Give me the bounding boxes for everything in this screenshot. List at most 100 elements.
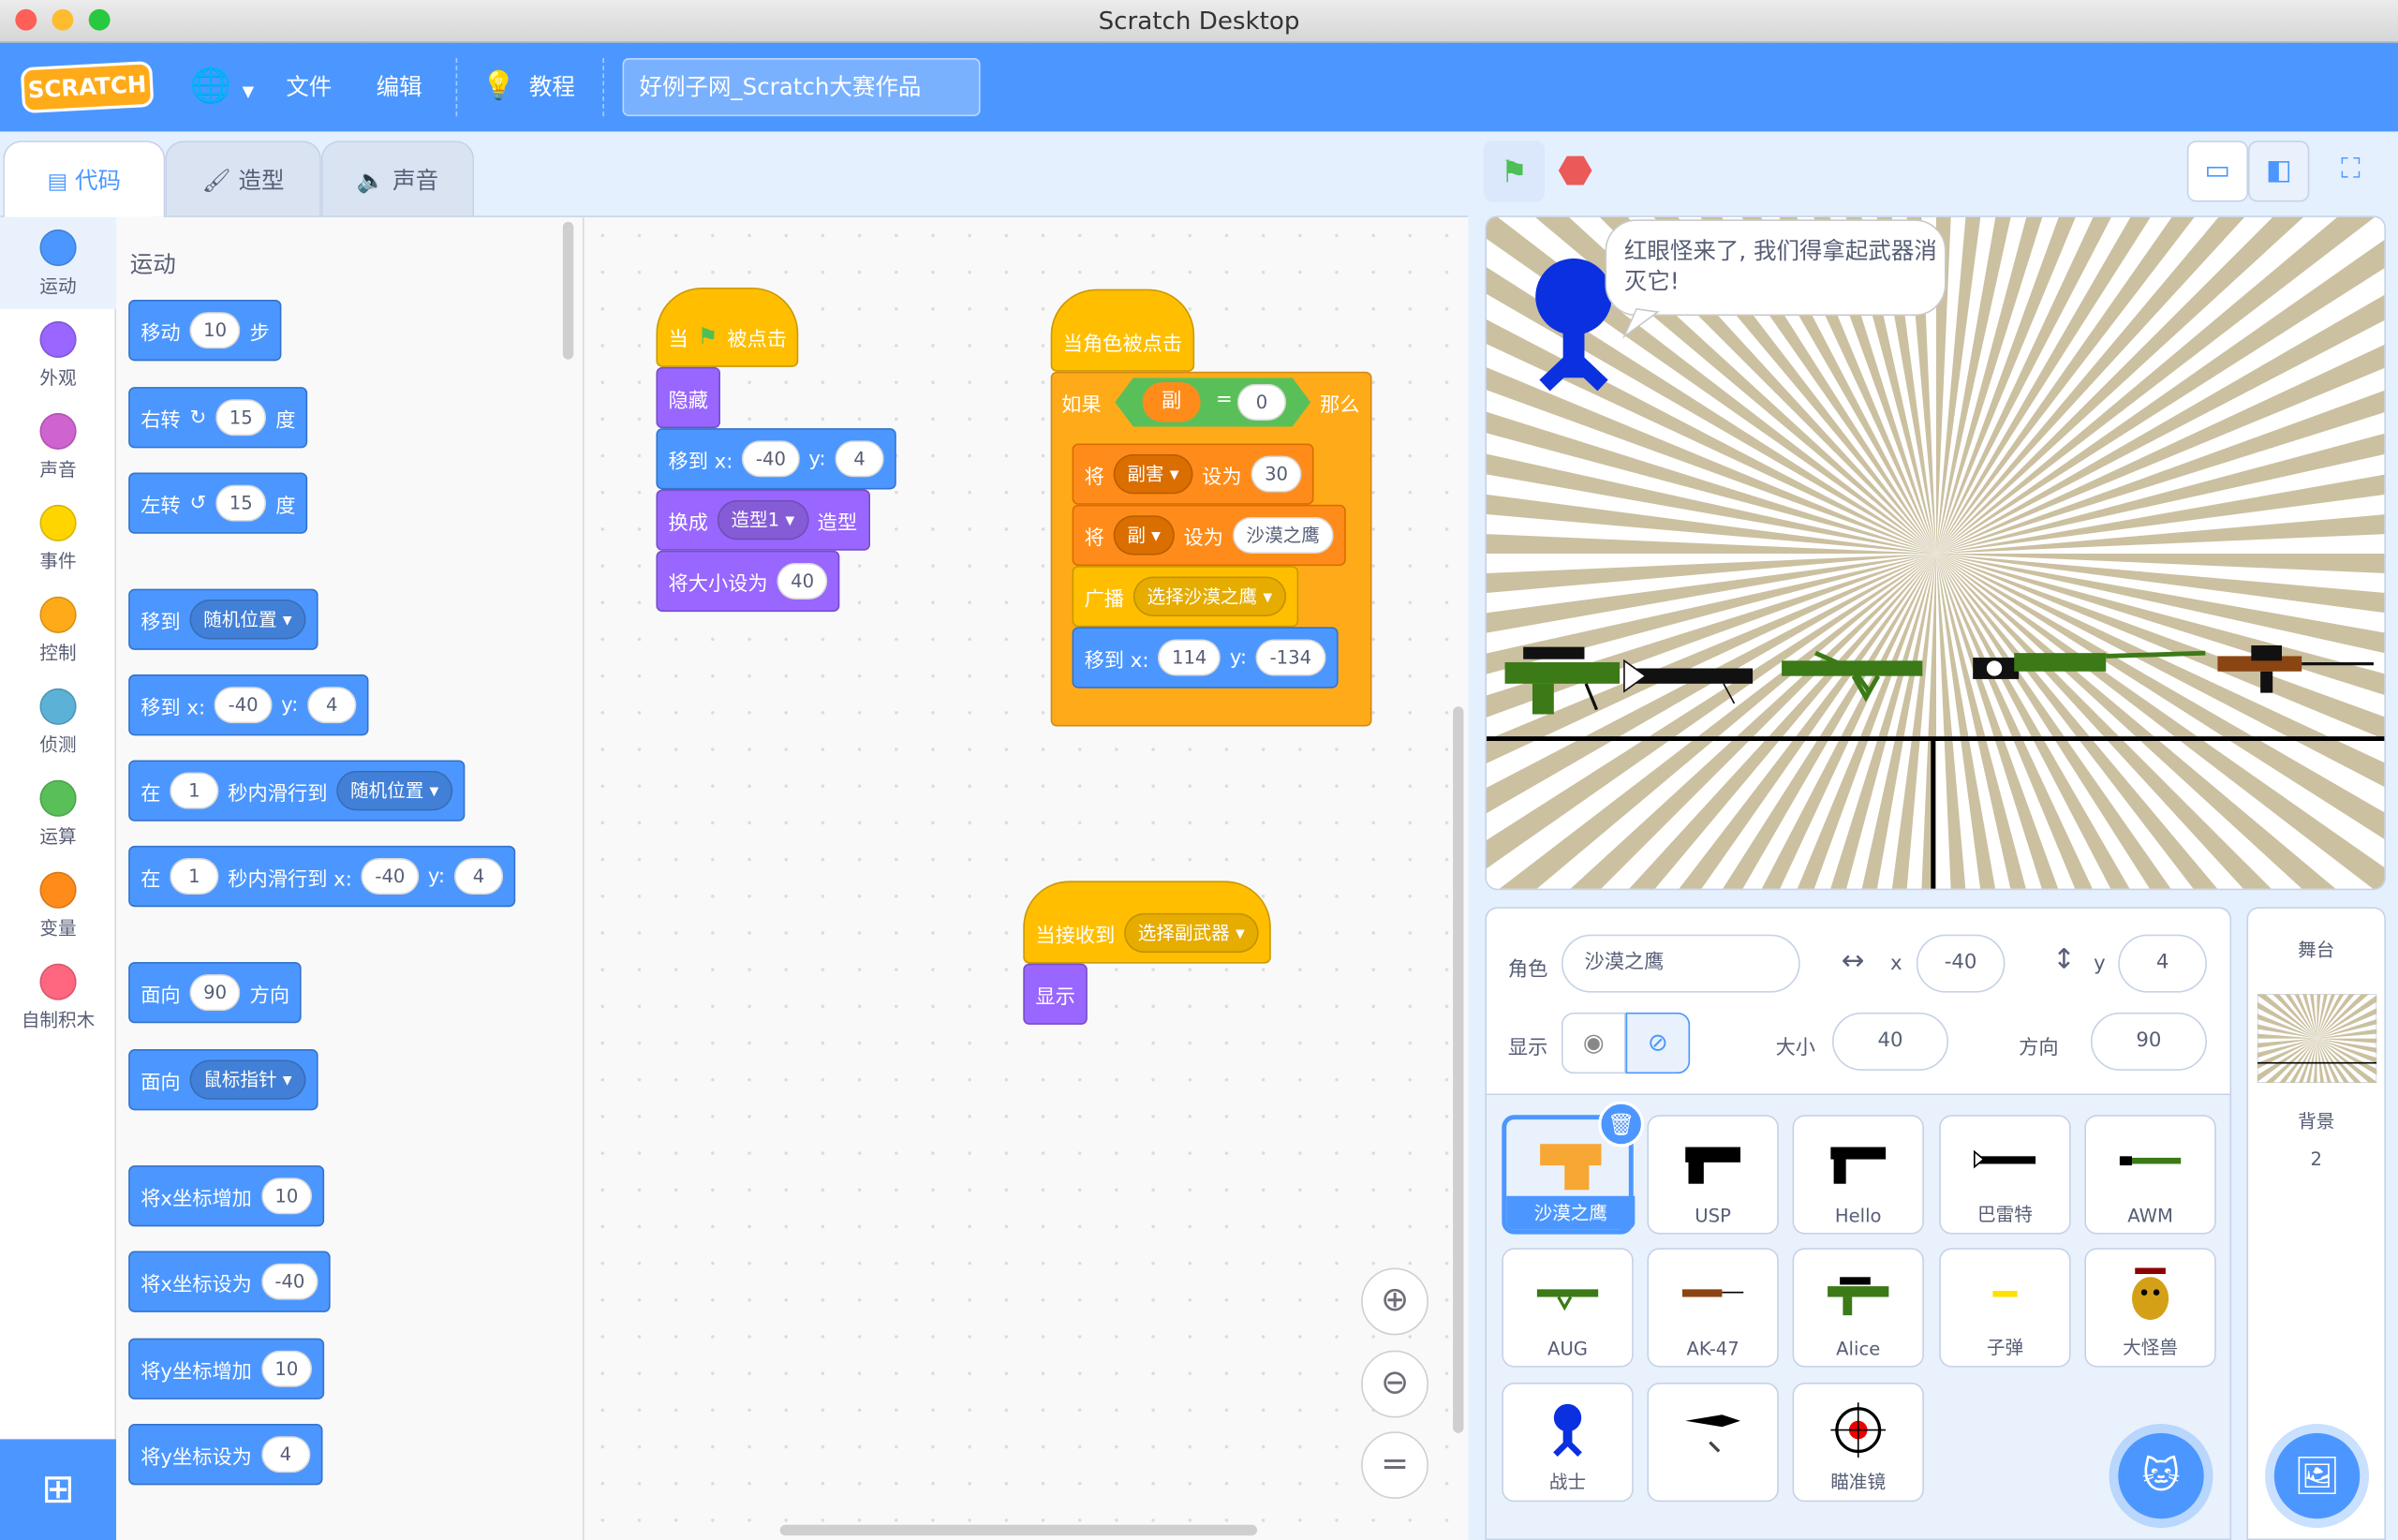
category-events[interactable]: 事件	[0, 493, 116, 585]
block-turn-left[interactable]: 左转 ↺ 15 度	[128, 472, 308, 534]
x-position-input[interactable]: -40	[1916, 934, 2006, 993]
block-set-variable[interactable]: 将副害 ▾ 设为 30	[1072, 443, 1314, 505]
block-move-steps[interactable]: 移动 10 步	[128, 300, 282, 362]
workspace-horizontal-scrollbar[interactable]	[779, 1524, 1258, 1536]
block-set-size[interactable]: 将大小设为 40	[656, 550, 840, 613]
sprite-hello[interactable]: Hello	[1792, 1115, 1924, 1235]
script-workspace[interactable]: 当 ⚑ 被点击 隐藏 移到 x: -40 y: 4 换成 造型1 ▾ 造型 将大小设为 40 当…	[584, 215, 1469, 1540]
zoom-reset-button[interactable]: =	[1361, 1431, 1428, 1500]
category-motion[interactable]: 运动	[0, 216, 117, 309]
y-set-input[interactable]: 4	[260, 1436, 310, 1473]
sprite-ak47[interactable]: AK-47	[1647, 1248, 1779, 1368]
minimize-window-button[interactable]	[52, 8, 74, 31]
x-input[interactable]: -40	[361, 857, 420, 896]
category-sensing[interactable]: 侦测	[0, 676, 116, 768]
sprite-aug[interactable]: AUG	[1502, 1248, 1634, 1368]
scratch-logo[interactable]: SCRATCH	[20, 60, 155, 114]
menu-edit[interactable]: 编辑	[377, 43, 422, 132]
steps-input[interactable]: 10	[189, 312, 241, 349]
sprite-warrior[interactable]: 战士	[1502, 1382, 1634, 1503]
block-point-towards[interactable]: 面向 鼠标指针 ▾	[128, 1049, 318, 1111]
block-glide-to[interactable]: 在 1 秒内滑行到 随机位置 ▾	[128, 760, 466, 822]
script-when-sprite-clicked[interactable]: 当角色被点击	[1050, 289, 1195, 372]
size-input[interactable]: 40	[777, 562, 828, 600]
green-flag-button[interactable]: ⚑	[1483, 141, 1546, 202]
block-change-y[interactable]: 将y坐标增加 10	[128, 1338, 325, 1399]
project-title-input[interactable]: 好例子网_Scratch大赛作品	[622, 58, 981, 117]
block-glide-xy[interactable]: 在 1 秒内滑行到 x: -40 y: 4	[128, 845, 516, 908]
block-set-y[interactable]: 将y坐标设为 4	[128, 1424, 323, 1486]
sprite-alice[interactable]: Alice	[1792, 1248, 1924, 1368]
choose-sprite-button[interactable]: 🐱	[2118, 1432, 2204, 1519]
stop-button[interactable]: ⬣	[1545, 141, 1606, 201]
x-change-input[interactable]: 10	[260, 1177, 313, 1215]
block-set-variable[interactable]: 将副 ▾ 设为 沙漠之鹰	[1072, 504, 1346, 567]
costume-dropdown[interactable]: 造型1 ▾	[717, 499, 808, 540]
y-input[interactable]: -134	[1255, 639, 1325, 676]
sprite-usp[interactable]: USP	[1647, 1115, 1779, 1235]
y-input[interactable]: 4	[307, 687, 357, 724]
block-goto-xy[interactable]: 移到 x: -40 y: 4	[656, 428, 896, 490]
direction-input[interactable]: 90	[189, 974, 241, 1012]
y-change-input[interactable]: 10	[260, 1350, 313, 1387]
menu-tutorials[interactable]: 教程	[529, 43, 575, 132]
degrees-input[interactable]: 15	[215, 399, 267, 437]
block-switch-costume[interactable]: 换成 造型1 ▾ 造型	[656, 489, 870, 551]
palette-scrollbar[interactable]	[562, 221, 574, 360]
x-input[interactable]: -40	[214, 687, 273, 724]
value-input[interactable]: 沙漠之鹰	[1232, 516, 1334, 555]
category-variables[interactable]: 变量	[0, 860, 116, 952]
sprite-desert-eagle[interactable]: 🗑 沙漠之鹰	[1502, 1101, 1645, 1235]
category-sound[interactable]: 声音	[0, 401, 116, 493]
message-dropdown[interactable]: 选择副武器 ▾	[1124, 912, 1259, 954]
fullscreen-button[interactable]: ⛶	[2320, 141, 2381, 201]
x-set-input[interactable]: -40	[260, 1263, 319, 1300]
tab-code[interactable]: ▤ 代码	[3, 141, 166, 217]
block-change-x[interactable]: 将x坐标增加 10	[128, 1165, 325, 1227]
sprite-knife[interactable]	[1647, 1382, 1779, 1503]
block-goto[interactable]: 移到 随机位置 ▾	[128, 588, 318, 650]
sprite-big-monster[interactable]: 大怪兽	[2084, 1248, 2216, 1368]
zoom-window-button[interactable]	[88, 8, 111, 31]
y-input[interactable]: 4	[835, 440, 884, 478]
direction-input[interactable]: 90	[2090, 1012, 2207, 1071]
delete-sprite-button[interactable]: 🗑	[1598, 1101, 1645, 1148]
large-stage-button[interactable]: ◧	[2248, 141, 2310, 202]
close-window-button[interactable]	[15, 8, 37, 31]
block-show[interactable]: 显示	[1023, 963, 1088, 1025]
category-my-blocks[interactable]: 自制积木	[0, 952, 116, 1044]
sprite-barrett[interactable]: 巴雷特	[1939, 1115, 2071, 1235]
sprite-awm[interactable]: AWM	[2084, 1115, 2216, 1235]
category-control[interactable]: 控制	[0, 585, 116, 676]
script-when-flag-clicked[interactable]: 当 ⚑ 被点击	[656, 287, 800, 367]
size-input[interactable]: 40	[1831, 1012, 1949, 1071]
add-extension-button[interactable]: ⊞	[0, 1439, 117, 1540]
tab-sounds[interactable]: 🔈 声音	[320, 141, 475, 217]
tab-costumes[interactable]: 🖌 造型	[165, 141, 321, 217]
variable-reporter[interactable]: 副	[1142, 382, 1201, 422]
glide-target-dropdown[interactable]: 随机位置 ▾	[336, 770, 453, 811]
block-broadcast[interactable]: 广播 选择沙漠之鹰 ▾	[1072, 566, 1298, 628]
sprite-scope[interactable]: 瞄准镜	[1792, 1382, 1924, 1503]
choose-backdrop-button[interactable]: 🖼	[2273, 1432, 2361, 1519]
sprite-bullet[interactable]: 子弹	[1939, 1248, 2071, 1368]
stage[interactable]: 红眼怪来了, 我们得拿起武器消灭它!	[1485, 215, 2387, 891]
category-operators[interactable]: 运算	[0, 768, 116, 860]
block-turn-right[interactable]: 右转 ↻ 15 度	[128, 387, 308, 449]
stage-selector[interactable]: 舞台 背景 2 🖼	[2246, 907, 2387, 1540]
variable-dropdown[interactable]: 副害 ▾	[1113, 453, 1193, 495]
sprite-name-input[interactable]: 沙漠之鹰	[1561, 934, 1800, 993]
lightbulb-icon[interactable]: 💡	[481, 43, 516, 132]
x-input[interactable]: -40	[742, 440, 800, 478]
small-stage-button[interactable]: ▭	[2186, 141, 2249, 202]
hide-sprite-button[interactable]: ⊘	[1625, 1012, 1691, 1074]
towards-dropdown[interactable]: 鼠标指针 ▾	[189, 1059, 306, 1100]
degrees-input[interactable]: 15	[215, 484, 267, 522]
block-goto-xy[interactable]: 移到 x: 114 y: -134	[1072, 627, 1338, 689]
seconds-input[interactable]: 1	[170, 857, 219, 896]
workspace-vertical-scrollbar[interactable]	[1453, 706, 1464, 1433]
zoom-out-button[interactable]: ⊖	[1361, 1350, 1428, 1418]
block-goto-xy[interactable]: 移到 x: -40 y: 4	[128, 674, 369, 736]
menu-file[interactable]: 文件	[286, 43, 332, 132]
message-dropdown[interactable]: 选择沙漠之鹰 ▾	[1132, 576, 1286, 616]
